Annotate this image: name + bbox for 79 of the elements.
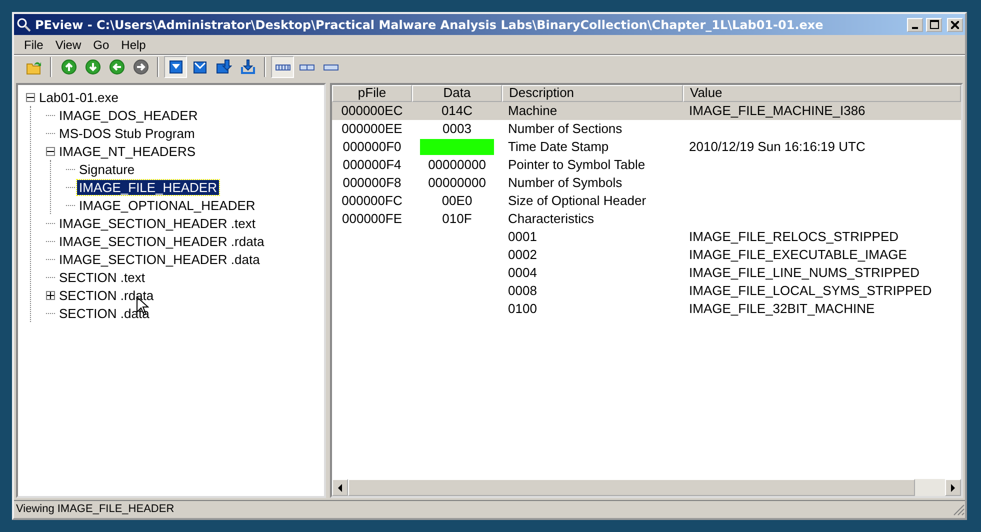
table-cell-text: 00000000: [428, 156, 486, 174]
minimize-icon: [912, 26, 918, 28]
table-cell: 0004: [508, 265, 537, 280]
column-header[interactable]: pFile: [332, 85, 412, 102]
column-header[interactable]: Value: [683, 85, 961, 102]
table-cell: 2010/12/19 Sun 16:16:19 UTC: [689, 139, 866, 154]
box-arrow-icon: [216, 59, 232, 75]
table-cell: 000000F8: [342, 175, 402, 190]
table-cell: Characteristics: [508, 211, 594, 226]
arrow-left-icon: [108, 59, 124, 75]
table-cell: Number of Sections: [508, 121, 622, 136]
table-cell: 000000FC: [342, 193, 402, 208]
table-cell: Size of Optional Header: [508, 193, 646, 208]
scroll-left-icon: [337, 484, 343, 492]
tree-item[interactable]: MS-DOS Stub Program: [57, 126, 197, 140]
window-title: PEview - C:\Users\Administrator\Desktop\Practical Malware Analysis Labs\BinaryCollection\Chapter_1L\Lab01-01.exe: [35, 16, 824, 34]
expander-icon[interactable]: [46, 146, 55, 156]
table-cell: 000000F4: [342, 157, 402, 172]
status-text: Viewing IMAGE_FILE_HEADER: [16, 502, 174, 518]
menu-item[interactable]: Go: [87, 36, 116, 54]
arrow-into-tray-icon: [240, 59, 256, 75]
table-cell-text: 014C: [441, 102, 473, 120]
table-cell: IMAGE_FILE_RELOCS_STRIPPED: [689, 229, 899, 244]
table-cell: 000000F0: [342, 139, 402, 154]
tree-item[interactable]: IMAGE_OPTIONAL_HEADER: [77, 198, 258, 212]
column-header[interactable]: Data: [412, 85, 502, 102]
expander-icon[interactable]: [26, 92, 35, 102]
table-cell: IMAGE_FILE_LINE_NUMS_STRIPPED: [689, 265, 920, 280]
maximize-icon: [930, 20, 938, 29]
column-header[interactable]: Description: [502, 85, 683, 102]
table-cell-text: 010F: [442, 210, 472, 228]
horizontal-scrollbar[interactable]: [332, 479, 961, 496]
arrow-right-icon: [132, 59, 148, 75]
tree-item[interactable]: IMAGE_DOS_HEADER: [57, 108, 200, 122]
table-cell-text: 00000000: [428, 174, 486, 192]
expander-icon[interactable]: [46, 290, 55, 300]
tree-item[interactable]: Signature: [77, 162, 137, 176]
tree-item[interactable]: SECTION .rdata: [57, 288, 156, 302]
tree-item[interactable]: IMAGE_NT_HEADERS: [57, 144, 198, 158]
table-cell: IMAGE_FILE_32BIT_MACHINE: [689, 301, 875, 316]
arrow-down-icon: [84, 59, 100, 75]
table-cell: Time Date Stamp: [508, 139, 609, 154]
toolbar-button[interactable]: [164, 56, 187, 78]
scroll-right-icon: [950, 484, 956, 492]
tree-item[interactable]: IMAGE_FILE_HEADER: [77, 180, 219, 194]
table-cell: 000000FE: [342, 211, 402, 226]
close-button[interactable]: [947, 18, 963, 32]
table-cell: Number of Symbols: [508, 175, 622, 190]
table-cell: 0002: [508, 247, 537, 262]
menu-item[interactable]: View: [49, 36, 88, 54]
table-cell-text: 0003: [442, 120, 472, 138]
toolbar-button[interactable]: [271, 56, 294, 78]
tree-item[interactable]: SECTION .text: [57, 270, 147, 284]
tree-item[interactable]: IMAGE_SECTION_HEADER .rdata: [57, 234, 266, 248]
table-cell: 0100: [508, 301, 537, 316]
selected-row[interactable]: 000000EC 014C Machine IMAGE_FILE_MACHINE_I386: [332, 102, 961, 120]
menu-item[interactable]: Help: [115, 36, 152, 54]
tree-item[interactable]: SECTION .data: [57, 306, 152, 320]
magnifier-icon: [16, 16, 32, 32]
table-cell-text: 00E0: [442, 192, 472, 210]
close-icon: [951, 20, 959, 28]
table-cell: Machine: [508, 103, 558, 118]
resize-grip-icon: [953, 504, 965, 516]
table-cell: 0008: [508, 283, 537, 298]
tree-item[interactable]: IMAGE_SECTION_HEADER .data: [57, 252, 262, 266]
tree-item[interactable]: IMAGE_SECTION_HEADER .text: [57, 216, 258, 230]
arrow-up-icon: [60, 59, 76, 75]
table-cell: Pointer to Symbol Table: [508, 157, 646, 172]
minimize-button[interactable]: [907, 18, 923, 32]
maximize-button[interactable]: [926, 18, 942, 32]
table-cell: IMAGE_FILE_LOCAL_SYMS_STRIPPED: [689, 283, 932, 298]
table-cell: IMAGE_FILE_EXECUTABLE_IMAGE: [689, 247, 907, 262]
table-cell: 000000EC: [341, 103, 403, 118]
table-cell: 0001: [508, 229, 537, 244]
table-cell: 000000EE: [342, 121, 402, 136]
tree-item[interactable]: Lab01-01.exe: [37, 90, 121, 104]
envelope-icon: [192, 59, 208, 75]
table-cell: IMAGE_FILE_MACHINE_I386: [689, 103, 866, 118]
menu-item[interactable]: File: [18, 36, 50, 54]
